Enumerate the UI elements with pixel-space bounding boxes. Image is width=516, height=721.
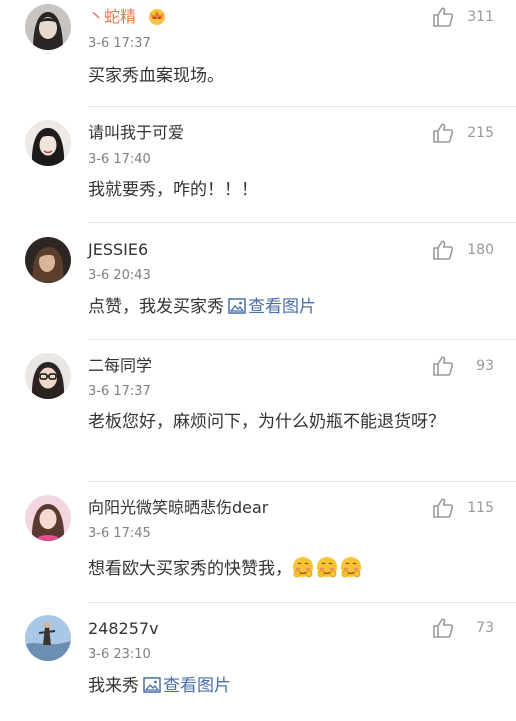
divider: [88, 602, 516, 603]
like-count: 180: [467, 242, 494, 258]
avatar-image: [25, 615, 71, 661]
comment-text: 我来秀 查看图片: [88, 673, 488, 702]
comment-text-content: 点赞，我发买家秀: [88, 297, 224, 317]
like-count: 311: [467, 9, 494, 25]
comment-text-content: 买家秀血案现场。: [88, 66, 224, 86]
avatar[interactable]: [25, 615, 71, 661]
avatar[interactable]: [25, 4, 71, 50]
like-count: 93: [476, 358, 494, 374]
image-icon: [143, 675, 161, 702]
timestamp: 3-6 20:43: [88, 268, 151, 283]
thumbs-up-icon: [433, 618, 454, 638]
username[interactable]: 248257v: [88, 619, 159, 639]
blush-emoji-icon: [316, 556, 338, 587]
like-button[interactable]: 180: [432, 239, 494, 261]
like-button[interactable]: 115: [432, 497, 494, 519]
thumbs-up-icon: [433, 123, 454, 143]
avatar[interactable]: [25, 353, 71, 399]
avatar-image: [25, 237, 71, 283]
blush-emoji-icon: [340, 556, 362, 587]
timestamp: 3-6 17:45: [88, 526, 151, 541]
thumbs-up-icon: [433, 240, 454, 260]
thumbs-up-icon: [433, 356, 454, 376]
crown-badge-icon: [147, 7, 167, 30]
like-count: 73: [476, 620, 494, 636]
username[interactable]: 二每同学: [88, 356, 152, 376]
blush-emoji-icon: [292, 556, 314, 587]
avatar[interactable]: [25, 495, 71, 541]
comment-text-content: 想看欧大买家秀的快赞我，: [88, 559, 292, 579]
comment-text: 买家秀血案现场。: [88, 63, 488, 90]
username[interactable]: 向阳光微笑晾晒悲伤dear: [88, 498, 268, 518]
divider: [88, 481, 516, 482]
image-icon: [228, 296, 246, 323]
comment-text-content: 老板您好，麻烦问下，为什么奶瓶不能退货呀？: [88, 412, 445, 432]
divider: [88, 339, 516, 340]
comment-text: 老板您好，麻烦问下，为什么奶瓶不能退货呀？: [88, 408, 468, 436]
timestamp: 3-6 17:37: [88, 384, 151, 399]
avatar-image: [25, 4, 71, 50]
comment-text: 我就要秀，咋的！！！: [88, 177, 488, 204]
like-count: 215: [467, 125, 494, 141]
like-button[interactable]: 215: [432, 122, 494, 144]
username[interactable]: 丶蛇精: [88, 7, 167, 30]
view-image-link[interactable]: 查看图片: [224, 297, 316, 317]
like-button[interactable]: 311: [432, 6, 494, 28]
username[interactable]: JESSIE6: [88, 240, 148, 260]
thumbs-up-icon: [433, 498, 454, 518]
comment-text: 点赞，我发买家秀 查看图片: [88, 294, 488, 323]
like-button[interactable]: 73: [432, 617, 494, 639]
view-image-link[interactable]: 查看图片: [139, 676, 231, 696]
comment-text: 想看欧大买家秀的快赞我，: [88, 556, 488, 587]
username[interactable]: 请叫我于可爱: [88, 123, 184, 143]
divider: [88, 106, 516, 107]
view-image-link-text[interactable]: 查看图片: [163, 676, 231, 696]
thumbs-up-icon: [433, 7, 454, 27]
avatar-image: [25, 120, 71, 166]
timestamp: 3-6 17:40: [88, 152, 151, 167]
username-text[interactable]: 丶蛇精: [88, 7, 136, 26]
avatar-image: [25, 353, 71, 399]
timestamp: 3-6 23:10: [88, 647, 151, 662]
avatar[interactable]: [25, 237, 71, 283]
avatar[interactable]: [25, 120, 71, 166]
comment-list: 丶蛇精 3-6 17:37 311 买家秀血案现场。 请叫我于可爱 3-6 17…: [0, 0, 516, 721]
timestamp: 3-6 17:37: [88, 36, 151, 51]
like-button[interactable]: 93: [432, 355, 494, 377]
divider: [88, 222, 516, 223]
comment-text-content: 我就要秀，咋的！！！: [88, 180, 258, 200]
comment-text-content: 我来秀: [88, 676, 139, 696]
avatar-image: [25, 495, 71, 541]
like-count: 115: [467, 500, 494, 516]
view-image-link-text[interactable]: 查看图片: [248, 297, 316, 317]
